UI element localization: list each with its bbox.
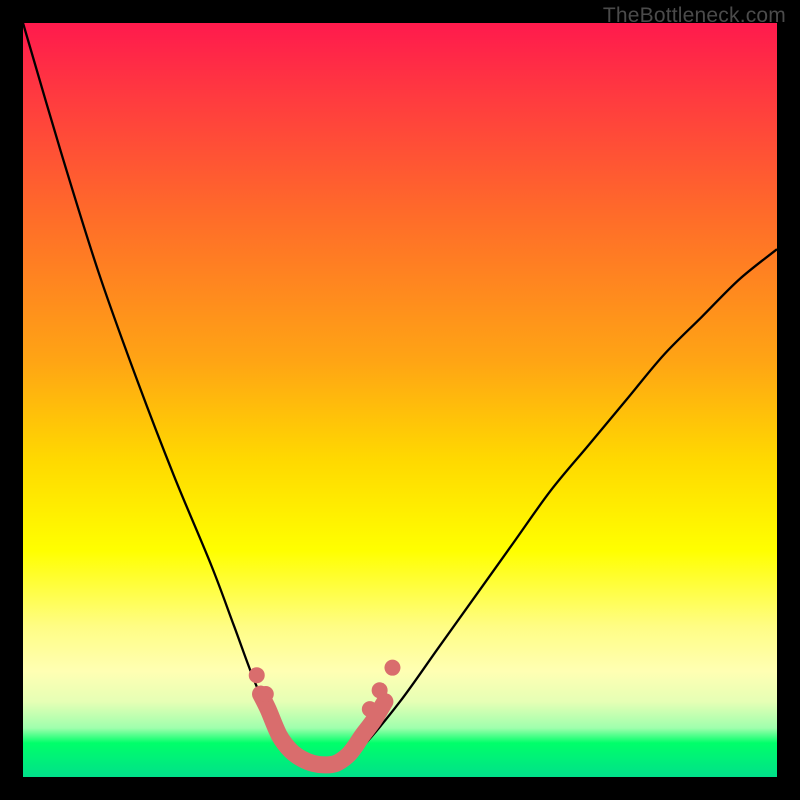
overlay-dot	[258, 686, 274, 702]
watermark-text: TheBottleneck.com	[603, 4, 786, 28]
overlay-dot	[384, 660, 400, 676]
chart-frame	[23, 23, 777, 777]
overlay-dots	[249, 660, 401, 765]
bottleneck-curve	[23, 23, 777, 769]
overlay-dot	[249, 667, 265, 683]
chart-svg	[23, 23, 777, 777]
overlay-dot	[372, 682, 388, 698]
overlay-dot	[362, 701, 378, 717]
